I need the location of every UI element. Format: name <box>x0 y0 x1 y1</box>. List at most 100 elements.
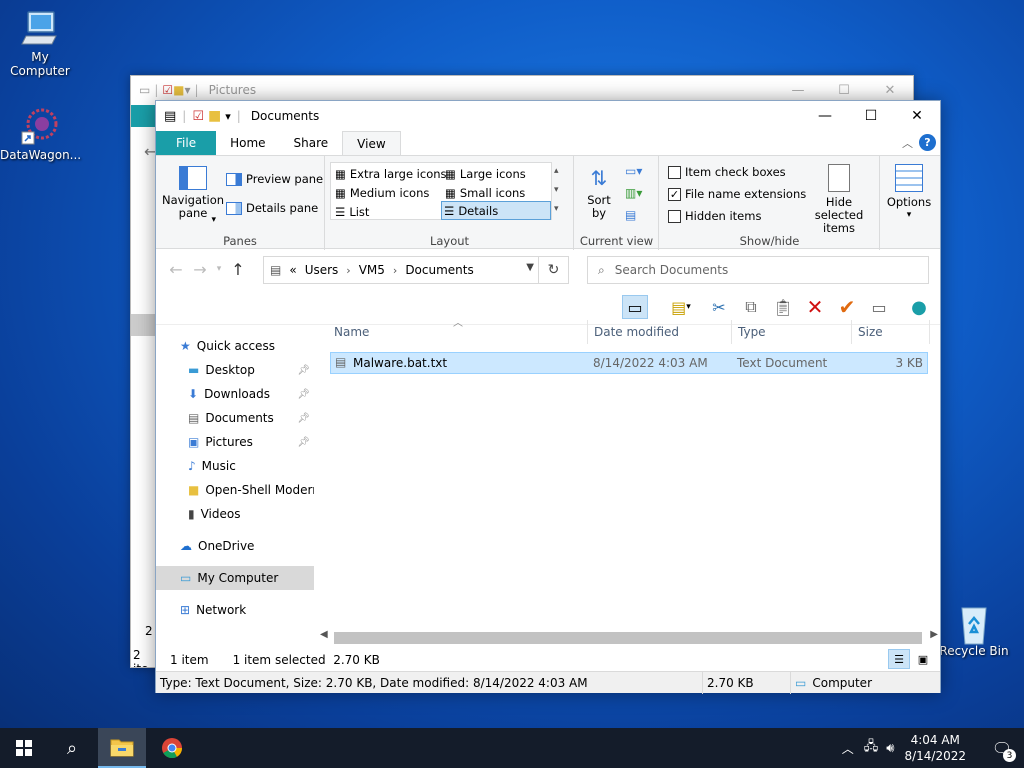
layout-details[interactable]: ☰ Details <box>441 201 551 220</box>
column-header-type[interactable]: Type <box>732 320 852 344</box>
nav-item-downloads[interactable]: ⬇ Downloads 📌︎ <box>156 382 314 406</box>
open-shell-icon[interactable]: ● <box>906 295 932 319</box>
item-check-boxes-checkbox[interactable] <box>668 165 681 179</box>
details-view-icon[interactable]: ☰ <box>888 649 910 669</box>
clock[interactable]: 4:04 AM 8/14/2022 <box>904 732 966 764</box>
options-button[interactable]: Options ▾ <box>884 164 934 222</box>
documents-window[interactable]: ▤ | ☑ ■ ▾ | Documents — ☐ ✕ File Home Sh… <box>155 100 941 694</box>
hidden-items-checkbox[interactable] <box>668 209 681 223</box>
desktop-icon-recycle-bin[interactable]: Recycle Bin <box>934 602 1014 658</box>
volume-icon[interactable]: 🔊︎ <box>886 741 894 756</box>
nav-item-desktop[interactable]: ▬ Desktop 📌︎ <box>156 358 314 382</box>
paste-icon[interactable]: 📋︎ <box>770 295 796 319</box>
layout-scroll-controls[interactable]: ▴ ▾ ▾ <box>554 162 559 219</box>
file-row[interactable]: ▤ Malware.bat.txt 8/14/2022 4:03 AM Text… <box>330 352 928 374</box>
back-arrow-icon[interactable]: ← <box>164 260 188 279</box>
notifications-button[interactable]: 🗨︎ 3 <box>980 728 1024 768</box>
sort-by-button[interactable]: ⇅ Sort by <box>581 164 617 220</box>
forward-arrow-icon[interactable]: → <box>188 260 212 279</box>
tab-file[interactable]: File <box>156 131 217 155</box>
scroll-left-icon[interactable]: ◀ <box>320 629 328 640</box>
desktop-icon-my-computer[interactable]: My Computer <box>0 8 80 78</box>
chrome-taskbar-button[interactable] <box>148 728 196 768</box>
view-options-icon[interactable]: ▤ ▾ <box>660 295 702 319</box>
cut-icon[interactable]: ✂ <box>706 295 732 319</box>
pin-icon[interactable]: 📌︎ <box>297 365 310 376</box>
chevron-down-icon[interactable]: ▾ <box>225 110 231 123</box>
maximize-button[interactable]: ☐ <box>848 101 894 131</box>
address-history-dropdown[interactable]: ▼ <box>526 262 534 273</box>
window-menu-icon[interactable]: ▤ <box>164 109 176 124</box>
search-box[interactable]: ⌕ Search Documents <box>587 256 929 284</box>
scroll-right-icon[interactable]: ▶ <box>930 629 938 640</box>
nav-item-documents[interactable]: ▤ Documents 📌︎ <box>156 406 314 430</box>
column-header-date-modified[interactable]: Date modified <box>588 320 732 344</box>
show-hidden-icons-chevron-up-icon[interactable]: ︿ <box>842 740 854 757</box>
breadcrumb-overflow[interactable]: « <box>289 263 296 277</box>
layout-small-icons[interactable]: ▦ Small icons <box>443 183 527 202</box>
refresh-icon[interactable]: ↻ <box>538 257 568 283</box>
breadcrumb-users[interactable]: Users <box>305 263 339 277</box>
new-folder-icon[interactable]: ■ <box>208 108 221 124</box>
navigation-pane-toggle-icon[interactable]: ▭ <box>622 295 648 319</box>
preview-pane-button[interactable]: Preview pane <box>226 172 323 186</box>
tab-share[interactable]: Share <box>280 131 343 155</box>
file-explorer-taskbar-button[interactable] <box>98 728 146 768</box>
help-icon[interactable]: ? <box>919 134 936 151</box>
horizontal-scrollbar[interactable]: ◀ ▶ <box>318 629 940 647</box>
minimize-button[interactable]: — <box>802 101 848 131</box>
size-columns-icon[interactable]: ▤ <box>625 208 636 222</box>
breadcrumb-vm5[interactable]: VM5 <box>359 263 385 277</box>
large-icons-view-icon[interactable]: ▣ <box>912 649 934 669</box>
layout-list[interactable]: ☰ List <box>333 202 371 221</box>
layout-large-icons[interactable]: ▦ Large icons <box>443 164 528 183</box>
close-button[interactable]: ✕ <box>894 101 940 131</box>
rename-icon[interactable]: ▭ <box>866 295 892 319</box>
item-check-boxes-toggle[interactable]: Item check boxes <box>668 165 786 179</box>
nav-item-quick-access[interactable]: ★ Quick access <box>156 334 314 358</box>
column-header-name[interactable]: Name <box>328 320 588 344</box>
file-name-extensions-toggle[interactable]: ✓ File name extensions <box>668 187 806 201</box>
recent-locations-icon[interactable]: ▾ <box>212 264 226 274</box>
hide-selected-items-button[interactable]: Hide selected items <box>800 164 878 235</box>
delete-icon[interactable]: ✕ <box>802 295 828 319</box>
network-tray-icon[interactable]: 🖧︎ <box>864 737 879 759</box>
file-name-extensions-checkbox[interactable]: ✓ <box>668 187 681 201</box>
breadcrumb-documents[interactable]: Documents <box>405 263 473 277</box>
tab-view[interactable]: View <box>342 131 401 155</box>
properties-check-icon[interactable]: ✔ <box>834 295 860 319</box>
start-button[interactable] <box>0 728 48 768</box>
layout-medium-icons[interactable]: ▦ Medium icons <box>333 183 431 202</box>
up-arrow-icon[interactable]: ↑ <box>226 260 250 279</box>
properties-icon[interactable]: ☑ <box>192 109 204 124</box>
chevron-right-icon[interactable]: › <box>346 264 350 277</box>
nav-item-my-computer[interactable]: ▭ My Computer <box>156 566 314 590</box>
nav-item-videos[interactable]: ▮ Videos <box>156 502 314 526</box>
nav-item-music[interactable]: ♪ Music <box>156 454 314 478</box>
scrollbar-thumb[interactable] <box>334 632 922 644</box>
hidden-items-toggle[interactable]: Hidden items <box>668 209 761 223</box>
group-by-icon[interactable]: ▭▾ <box>625 164 642 178</box>
collapse-ribbon-icon[interactable]: ︿ <box>902 135 913 151</box>
desktop-icon-datawagon[interactable]: DataWagon... <box>0 106 81 162</box>
address-bar[interactable]: ▤ « Users › VM5 › Documents ▼ ↻ <box>263 256 569 284</box>
add-columns-icon[interactable]: ▥▾ <box>625 186 642 200</box>
copy-icon[interactable]: ⧉ <box>738 295 764 319</box>
pin-icon[interactable]: 📌︎ <box>297 413 310 424</box>
pin-icon[interactable]: 📌︎ <box>297 437 310 448</box>
search-taskbar-button[interactable]: ⌕ <box>48 728 96 768</box>
tab-home[interactable]: Home <box>216 131 279 155</box>
chevron-right-icon[interactable]: › <box>393 264 397 277</box>
search-input[interactable]: Search Documents <box>615 263 728 277</box>
details-pane-button[interactable]: Details pane <box>226 201 318 215</box>
pin-icon[interactable]: 📌︎ <box>297 389 310 400</box>
layout-extra-large-icons[interactable]: ▦ Extra large icons <box>333 164 449 183</box>
navigation-pane-button[interactable]: Navigation pane ▾ <box>162 166 224 225</box>
pictures-file-tab[interactable] <box>131 105 157 127</box>
quick-access-toolbar: ▤ | ☑ ■ ▾ | <box>164 108 241 124</box>
nav-item-pictures[interactable]: ▣ Pictures 📌︎ <box>156 430 314 454</box>
nav-item-network[interactable]: ⊞ Network <box>156 598 314 622</box>
nav-item-onedrive[interactable]: ☁ OneDrive <box>156 534 314 558</box>
nav-item-open-shell-modern[interactable]: ■ Open-Shell Modern <box>156 478 314 502</box>
column-header-size[interactable]: Size <box>852 320 930 344</box>
